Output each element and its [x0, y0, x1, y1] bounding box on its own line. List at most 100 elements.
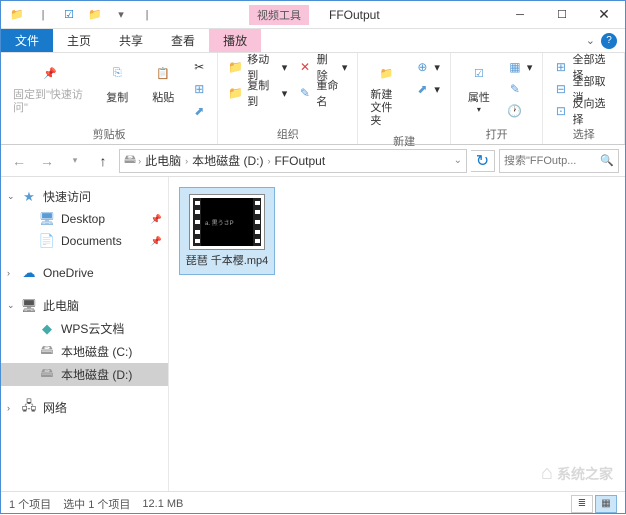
- pasteshortcut-button[interactable]: ⬈: [189, 101, 209, 121]
- group-new: 📁 新建 文件夹 ⊕▾ ⬈▾ 新建: [358, 53, 451, 144]
- addr-dropdown[interactable]: ⌄: [454, 155, 462, 166]
- copyto-icon: 📁: [228, 85, 243, 101]
- paste-button[interactable]: 📋 粘贴: [143, 57, 183, 107]
- tab-home[interactable]: 主页: [53, 29, 105, 52]
- group-organize: 📁移动到 ▾ 📁复制到 ▾ ✕删除 ▾ ✎重命名 组织: [218, 53, 358, 144]
- tab-share[interactable]: 共享: [105, 29, 157, 52]
- history-icon: 🕐: [507, 103, 523, 119]
- select-label: 选择: [551, 124, 616, 142]
- expand-icon[interactable]: ⌄: [7, 300, 15, 311]
- newitem-button[interactable]: ⊕▾: [412, 57, 442, 77]
- newfolder-label: 新建 文件夹: [370, 89, 402, 129]
- properties-icon: ☑: [465, 59, 493, 87]
- newitem-icon: ⊕: [414, 59, 430, 75]
- search-input[interactable]: [504, 155, 594, 167]
- search-icon: 🔍: [600, 154, 614, 167]
- tab-play[interactable]: 播放: [209, 29, 261, 52]
- invertselect-button[interactable]: ⊡反向选择: [551, 101, 616, 121]
- open-icon: ▦: [507, 59, 523, 75]
- refresh-button[interactable]: ↻: [471, 150, 495, 172]
- window-controls: ─ ☐ ✕: [499, 1, 625, 29]
- navbar: ← → ▾ ↑ 🖴 › 此电脑 › 本地磁盘 (D:) › FFOutput ⌄…: [1, 145, 625, 177]
- network-icon: 🖧: [21, 400, 37, 416]
- item-count: 1 个项目: [9, 496, 51, 512]
- selected-size: 12.1 MB: [142, 498, 183, 510]
- wps-icon: ◆: [39, 321, 55, 337]
- close-button[interactable]: ✕: [583, 1, 625, 29]
- open-button[interactable]: ▦▾: [505, 57, 535, 77]
- edit-button[interactable]: ✎: [505, 79, 535, 99]
- group-select: ⊞全部选择 ⊟全部取消 ⊡反向选择 选择: [543, 53, 625, 144]
- sidebar-network[interactable]: ›🖧网络: [1, 396, 168, 419]
- paste-icon: 📋: [149, 59, 177, 87]
- minimize-button[interactable]: ─: [499, 1, 541, 29]
- ribbon: 📌 固定到"快速访问" ⎘ 复制 📋 粘贴 ✂ ⊞ ⬈ 剪贴板 📁移动到 ▾ �: [1, 53, 625, 145]
- recent-dropdown[interactable]: ▾: [63, 149, 87, 173]
- drive-icon: 🖴: [124, 150, 136, 171]
- copy-button[interactable]: ⎘ 复制: [97, 57, 137, 107]
- forward-button[interactable]: →: [35, 149, 59, 173]
- path-icon: ⊞: [191, 81, 207, 97]
- maximize-button[interactable]: ☐: [541, 1, 583, 29]
- expand-icon[interactable]: ›: [7, 268, 10, 278]
- properties-qat[interactable]: ☑: [57, 4, 81, 26]
- breadcrumb-seg3[interactable]: FFOutput: [272, 154, 327, 168]
- chevron-right-icon[interactable]: ›: [138, 156, 141, 166]
- breadcrumb-seg2[interactable]: 本地磁盘 (D:): [190, 152, 265, 169]
- shortcut-icon: ⬈: [191, 103, 207, 119]
- pin-button[interactable]: 📌 固定到"快速访问": [9, 57, 91, 117]
- file-item[interactable]: a. 黒うさP 琵琶 千本樱.mp4: [179, 187, 275, 275]
- file-list[interactable]: a. 黒うさP 琵琶 千本樱.mp4: [169, 177, 625, 491]
- tab-view[interactable]: 查看: [157, 29, 209, 52]
- delete-icon: ✕: [297, 59, 312, 75]
- rename-button[interactable]: ✎重命名: [295, 83, 349, 103]
- sidebar-thispc[interactable]: ⌄🖥此电脑: [1, 294, 168, 317]
- selected-count: 选中 1 个项目: [63, 496, 130, 512]
- rename-icon: ✎: [297, 85, 312, 101]
- chevron-right-icon[interactable]: ›: [185, 156, 188, 166]
- copyto-button[interactable]: 📁复制到 ▾: [226, 83, 289, 103]
- sidebar-onedrive[interactable]: ›☁OneDrive: [1, 262, 168, 284]
- help-icon[interactable]: ?: [601, 33, 617, 49]
- folder-icon[interactable]: 📁: [5, 4, 29, 26]
- up-button[interactable]: ↑: [91, 149, 115, 173]
- easyaccess-button[interactable]: ⬈▾: [412, 79, 442, 99]
- paste-label: 粘贴: [152, 89, 174, 105]
- qat-sep2: |: [135, 4, 159, 26]
- tab-file[interactable]: 文件: [1, 29, 53, 52]
- icons-view-button[interactable]: ▦: [595, 495, 617, 513]
- delete-button[interactable]: ✕删除 ▾: [295, 57, 349, 77]
- invertselect-icon: ⊡: [553, 103, 568, 119]
- new-label: 新建: [366, 131, 442, 149]
- copypath-button[interactable]: ⊞: [189, 79, 209, 99]
- sidebar-drive-d[interactable]: 🖴本地磁盘 (D:): [1, 363, 168, 386]
- sidebar-documents[interactable]: 📄Documents📌: [1, 230, 168, 252]
- documents-icon: 📄: [39, 233, 55, 249]
- copy-label: 复制: [106, 89, 128, 105]
- clipboard-label: 剪贴板: [9, 124, 209, 142]
- expand-icon[interactable]: ⌄: [7, 191, 15, 202]
- sidebar-desktop[interactable]: 🖥Desktop📌: [1, 208, 168, 230]
- properties-button[interactable]: ☑ 属性 ▾: [459, 57, 499, 116]
- copy-icon: ⎘: [103, 59, 131, 87]
- chevron-right-icon[interactable]: ›: [267, 156, 270, 166]
- sidebar-quickaccess[interactable]: ⌄★快速访问: [1, 185, 168, 208]
- expand-icon[interactable]: ›: [7, 403, 10, 413]
- search-box[interactable]: 🔍: [499, 149, 619, 173]
- qat-dropdown[interactable]: ▾: [109, 4, 133, 26]
- details-view-button[interactable]: ≣: [571, 495, 593, 513]
- moveto-button[interactable]: 📁移动到 ▾: [226, 57, 289, 77]
- sidebar-drive-c[interactable]: 🖴本地磁盘 (C:): [1, 340, 168, 363]
- sidebar-wps[interactable]: ◆WPS云文档: [1, 317, 168, 340]
- edit-icon: ✎: [507, 81, 523, 97]
- history-button[interactable]: 🕐: [505, 101, 535, 121]
- address-bar[interactable]: 🖴 › 此电脑 › 本地磁盘 (D:) › FFOutput ⌄: [119, 149, 467, 173]
- newfolder-qat[interactable]: 📁: [83, 4, 107, 26]
- drive-icon: 🖴: [39, 344, 55, 360]
- breadcrumb-seg1[interactable]: 此电脑: [143, 152, 183, 169]
- cut-button[interactable]: ✂: [189, 57, 209, 77]
- selectnone-icon: ⊟: [553, 81, 568, 97]
- ribbon-expand-icon[interactable]: ⌄: [586, 34, 595, 47]
- newfolder-button[interactable]: 📁 新建 文件夹: [366, 57, 406, 131]
- back-button[interactable]: ←: [7, 149, 31, 173]
